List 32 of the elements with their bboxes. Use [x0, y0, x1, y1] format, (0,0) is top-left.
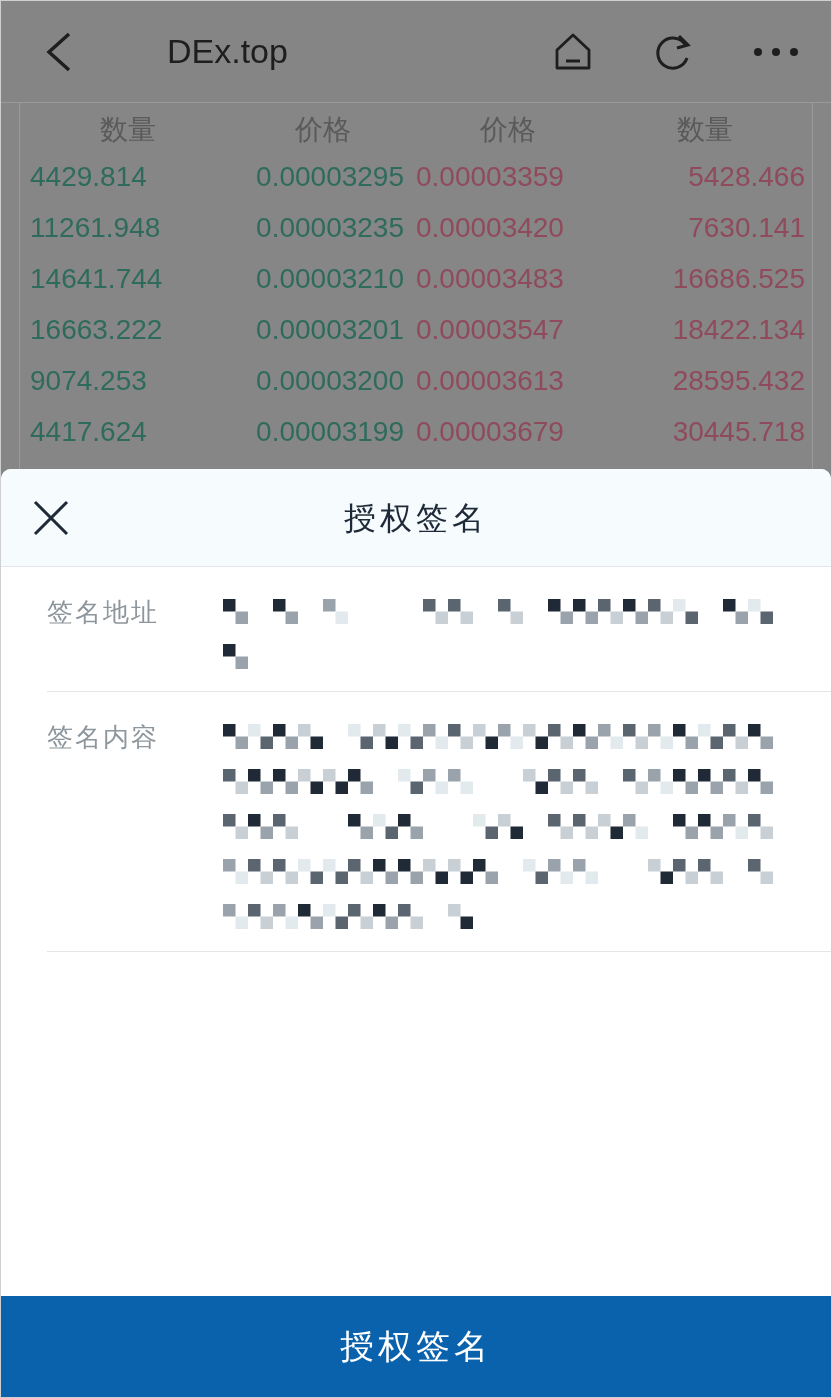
order-book-cell-text: 0.00003679 — [415, 414, 565, 449]
order-book-cell-text: 16663.222 — [30, 312, 164, 347]
field-label: 签名内容 — [47, 721, 160, 754]
order-book-cell-text: 0.00003359 — [415, 159, 565, 194]
order-book-cell-text: 0.00003235 — [255, 210, 405, 245]
order-book-cell-text: 0.00003295 — [255, 159, 405, 194]
order-book-cell-text: 0.00003201 — [255, 312, 405, 347]
order-book-cell-text: 30445.718 — [671, 414, 805, 449]
order-book-cell-text: 0.00003210 — [255, 261, 405, 296]
order-book-cell-text: 0.00003483 — [415, 261, 565, 296]
order-book-cell-text: 0.00003547 — [415, 312, 565, 347]
order-book-cell-text: 9074.253 — [30, 363, 148, 398]
order-book-cell-text: 0.00003199 — [255, 414, 405, 449]
field-label: 签名地址 — [47, 596, 160, 629]
order-book-cell-text: 4417.624 — [30, 414, 148, 449]
sheet-title: 授权签名 — [344, 497, 488, 539]
order-book-cell-text: 4429.814 — [30, 159, 148, 194]
home-icon[interactable] — [553, 31, 593, 72]
more-icon[interactable] — [753, 46, 799, 57]
order-book-cell-text: 11261.948 — [30, 210, 162, 245]
order-book-cell-text: 14641.744 — [30, 261, 164, 296]
page-title: DEx.top — [167, 31, 288, 72]
order-book-cell-text: 5428.466 — [687, 159, 805, 194]
order-book-cell-text: 7630.141 — [687, 210, 805, 245]
order-book-cell-text: 0.00003613 — [415, 363, 565, 398]
order-book-cell-text: 0.00003420 — [415, 210, 565, 245]
order-book-cell-text: 18422.134 — [671, 312, 805, 347]
order-book-cell-text: 0.00003200 — [255, 363, 405, 398]
close-icon[interactable] — [33, 499, 69, 536]
authorize-sign-button[interactable]: 授权签名 — [1, 1296, 831, 1397]
order-book-cell-text: 16686.525 — [671, 261, 805, 296]
order-book-cell-text: 28595.432 — [671, 363, 805, 398]
